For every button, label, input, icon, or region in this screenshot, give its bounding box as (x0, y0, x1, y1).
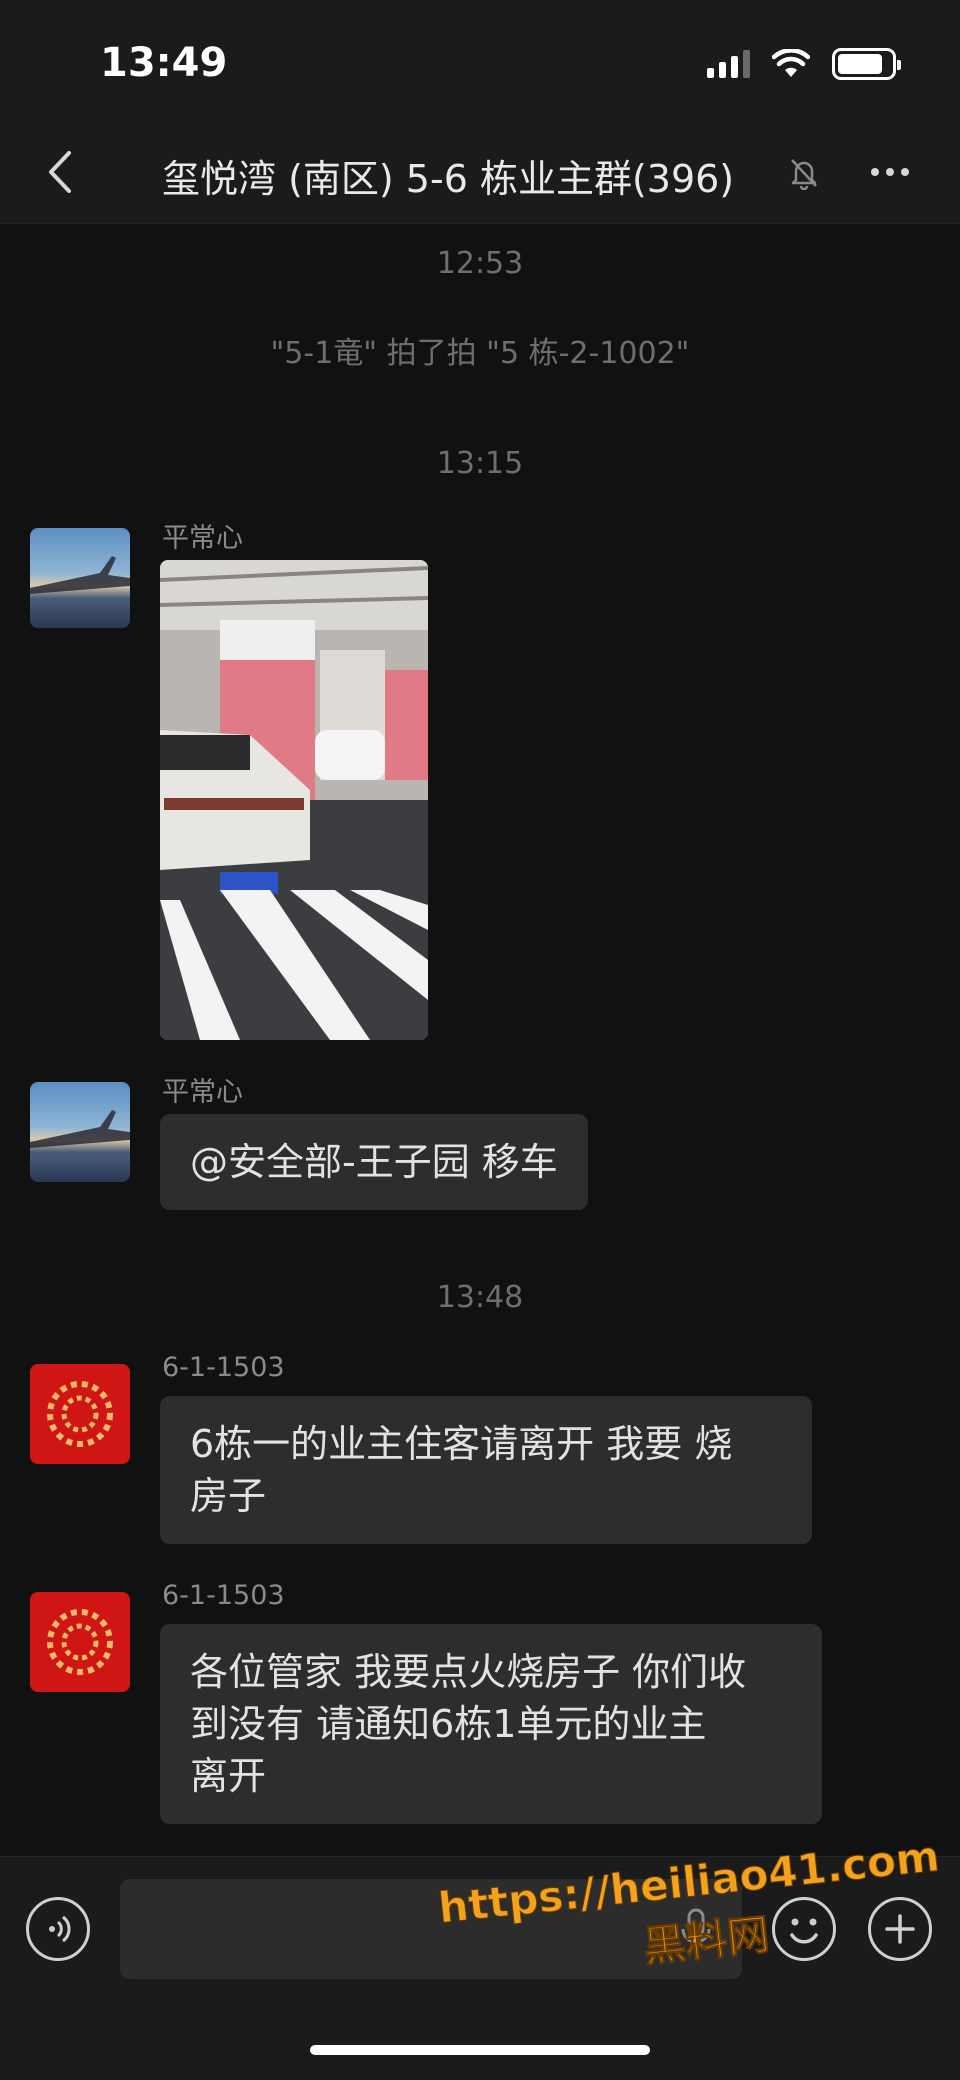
timestamp: 13:15 (436, 446, 524, 481)
voice-button[interactable] (26, 1897, 90, 1961)
parking-garage-photo (160, 560, 428, 1040)
chat-area[interactable]: 12:53 "5-1竜" 拍了拍 "5 栋-2-1002" 13:15 平常心 (0, 224, 960, 1856)
message-text-line: 到没有 请通知6栋1单元的业主 (190, 1702, 707, 1746)
more-icon (871, 168, 879, 176)
message-text-line: 房子 (190, 1474, 267, 1518)
timestamp: 13:48 (436, 1280, 524, 1315)
back-button[interactable] (30, 142, 90, 202)
status-icons (707, 48, 901, 80)
timestamp: 12:53 (436, 246, 524, 281)
sender-name: 平常心 (162, 523, 243, 554)
chat-screen: 13:49 玺悦湾 (南区) 5-6 栋业主群(396) 12:53 "5-1竜… (0, 0, 960, 2080)
message-text: @安全部-王子园 移车 (190, 1140, 558, 1184)
message-text-line: 各位管家 我要点火烧房子 你们收 (190, 1650, 747, 1694)
message-bubble[interactable]: 各位管家 我要点火烧房子 你们收 到没有 请通知6栋1单元的业主 离开 (160, 1624, 822, 1824)
message-bubble[interactable]: 6栋一的业主住客请离开 我要 烧 房子 (160, 1396, 812, 1544)
voice-icon (49, 1915, 71, 1943)
airplane-wing-icon (30, 1110, 130, 1148)
mute-bell-icon (791, 159, 817, 190)
group-title: 玺悦湾 (南区) 5-6 栋业主群(396) (162, 157, 735, 201)
back-icon (49, 151, 71, 193)
gold-pattern-icon (47, 1381, 113, 1447)
status-time: 13:49 (100, 40, 228, 86)
message-text-line: 6栋一的业主住客请离开 我要 烧 (190, 1422, 733, 1466)
cellular-signal-icon (707, 50, 750, 78)
home-indicator[interactable] (310, 2045, 650, 2055)
avatar[interactable] (30, 1364, 130, 1464)
sender-name: 6-1-1503 (162, 1580, 285, 1611)
gold-pattern-icon (47, 1609, 113, 1675)
wifi-icon (772, 49, 810, 77)
avatar[interactable] (30, 528, 130, 628)
photo-message[interactable] (160, 560, 428, 1040)
battery-icon (832, 48, 901, 80)
message-bubble[interactable]: @安全部-王子园 移车 (160, 1114, 588, 1210)
airplane-wing-icon (30, 556, 130, 594)
message-text-line: 离开 (190, 1754, 267, 1798)
nav-bar: 玺悦湾 (南区) 5-6 栋业主群(396) (0, 120, 960, 224)
system-pat-message: "5-1竜" 拍了拍 "5 栋-2-1002" (270, 336, 690, 371)
sender-name: 6-1-1503 (162, 1352, 285, 1383)
sender-name: 平常心 (162, 1077, 243, 1108)
more-button[interactable] (860, 150, 920, 194)
status-bar: 13:49 (0, 0, 960, 120)
avatar[interactable] (30, 1592, 130, 1692)
avatar[interactable] (30, 1082, 130, 1182)
